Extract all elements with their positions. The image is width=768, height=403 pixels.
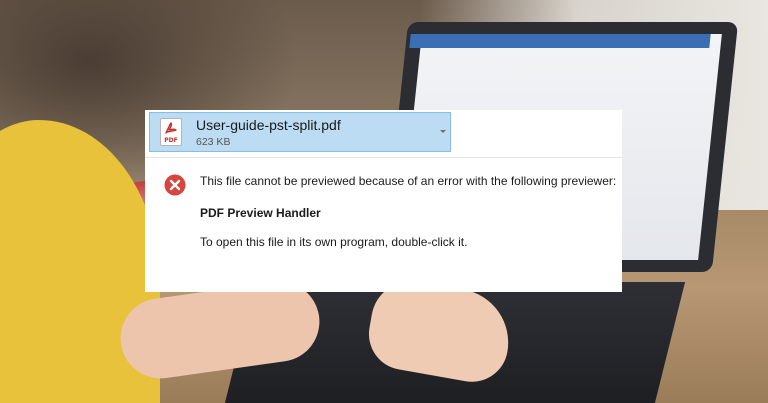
divider xyxy=(145,157,622,158)
attachment-size: 623 KB xyxy=(196,136,231,148)
attachment-filename: User-guide-pst-split.pdf xyxy=(196,117,341,133)
background-laptop-titlebar xyxy=(409,34,711,48)
attachment-chip[interactable]: PDF User-guide-pst-split.pdf 623 KB xyxy=(149,112,451,152)
chevron-down-icon[interactable] xyxy=(440,130,446,133)
error-message: This file cannot be previewed because of… xyxy=(200,174,617,188)
error-x-icon xyxy=(164,174,186,196)
open-hint: To open this file in its own program, do… xyxy=(200,235,468,249)
pdf-file-icon: PDF xyxy=(160,118,182,146)
pdf-file-type-label: PDF xyxy=(164,137,178,144)
previewer-name: PDF Preview Handler xyxy=(200,206,321,220)
acrobat-swirl-icon xyxy=(165,122,177,134)
attachment-preview-panel: PDF User-guide-pst-split.pdf 623 KB This… xyxy=(145,110,622,292)
